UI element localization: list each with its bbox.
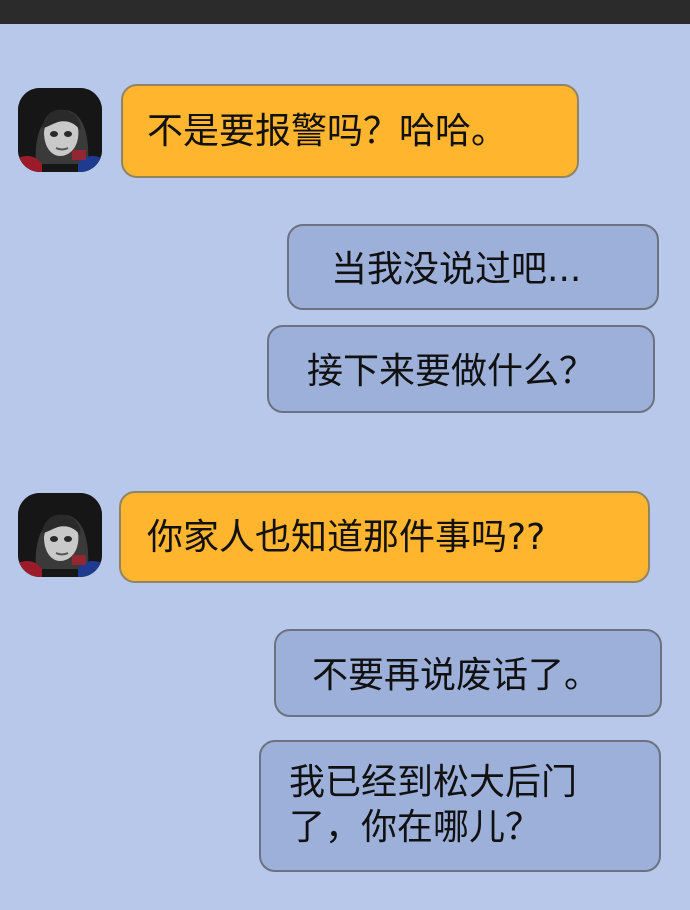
outgoing-message-bubble[interactable]: 我已经到松大后门 了，你在哪儿？ (259, 740, 661, 872)
outgoing-message-bubble[interactable]: 接下来要做什么？ (267, 325, 655, 413)
chat-area[interactable]: 不是要报警吗？哈哈。 当我没说过吧... 接下来要做什么？ 你家人也知道那件事吗… (0, 24, 690, 910)
outgoing-message-bubble[interactable]: 不要再说废话了。 (274, 629, 662, 717)
message-text: 当我没说过吧... (331, 249, 582, 290)
message-text: 你家人也知道那件事吗?? (147, 517, 546, 558)
avatar-image (18, 493, 102, 577)
message-text: 不是要报警吗？哈哈。 (147, 111, 508, 152)
top-status-bar (0, 0, 690, 24)
incoming-message-bubble[interactable]: 你家人也知道那件事吗?? (119, 491, 650, 583)
message-text: 不要再说废话了。 (312, 655, 601, 696)
message-text: 接下来要做什么？ (307, 351, 596, 392)
avatar-image (18, 88, 102, 172)
outgoing-message-bubble[interactable]: 当我没说过吧... (287, 224, 659, 310)
message-text-line-1: 我已经到松大后门 (289, 762, 578, 803)
contact-avatar[interactable] (18, 88, 102, 172)
contact-avatar[interactable] (18, 493, 102, 577)
message-text-line-2: 了，你在哪儿？ (289, 807, 542, 848)
incoming-message-bubble[interactable]: 不是要报警吗？哈哈。 (121, 84, 579, 178)
